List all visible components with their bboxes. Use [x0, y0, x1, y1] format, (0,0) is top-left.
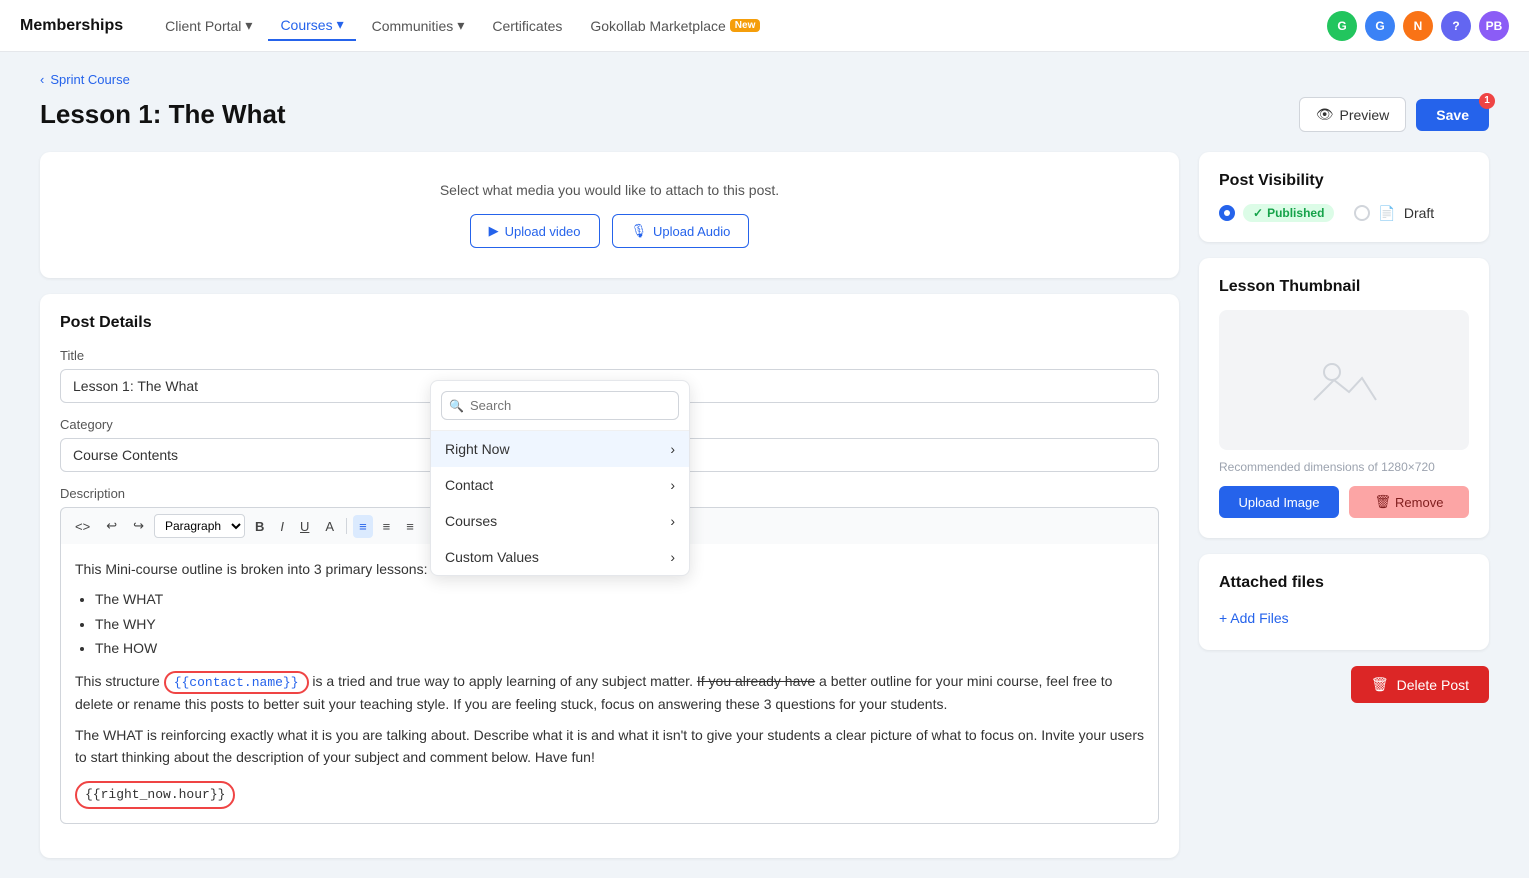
page-title: Lesson 1: The What — [40, 99, 286, 130]
draft-radio[interactable] — [1354, 205, 1370, 221]
editor-para1: This structure {{contact.name}} is a tri… — [75, 670, 1144, 716]
delete-icon: 🗑 — [1371, 676, 1389, 693]
toolbar-divider — [346, 518, 347, 534]
search-wrap: 🔍 — [441, 391, 679, 420]
code-view-button[interactable]: <> — [69, 515, 96, 538]
text-color-button[interactable]: A — [319, 515, 340, 538]
dropdown-item-courses[interactable]: Courses › — [431, 503, 689, 539]
save-notification-badge: 1 — [1479, 93, 1495, 109]
visibility-options: ✓ Published 📄 Draft — [1219, 204, 1469, 222]
nav-gokollab[interactable]: Gokollab Marketplace New — [578, 12, 772, 40]
editor-list: The WHAT The WHY The HOW — [95, 588, 1144, 659]
upload-audio-button[interactable]: 🎙 Upload Audio — [612, 214, 750, 248]
editor-para2: The WHAT is reinforcing exactly what it … — [75, 724, 1144, 769]
editor-content[interactable]: This Mini-course outline is broken into … — [60, 544, 1159, 824]
lesson-thumbnail-card: Lesson Thumbnail Recommended dimensions … — [1199, 258, 1489, 538]
list-item-3: The HOW — [95, 637, 1144, 659]
right-now-variable: {{right_now.hour}} — [75, 781, 235, 810]
chevron-right-icon: › — [670, 513, 675, 529]
italic-button[interactable]: I — [274, 515, 290, 538]
thumbnail-actions: Upload Image 🗑 Remove — [1219, 486, 1469, 518]
paragraph-select[interactable]: Paragraph — [154, 514, 245, 538]
save-button[interactable]: Save 1 — [1416, 99, 1489, 131]
avatar-blue[interactable]: G — [1365, 11, 1395, 41]
variable-picker-dropdown: 🔍 Right Now › Contact › Courses › Custom… — [430, 380, 690, 576]
chevron-right-icon: › — [670, 549, 675, 565]
add-files-button[interactable]: + Add Files — [1219, 606, 1289, 630]
post-visibility-title: Post Visibility — [1219, 172, 1469, 190]
strikethrough-text: If you already have — [697, 673, 815, 689]
upload-video-button[interactable]: ▶ Upload video — [470, 214, 600, 248]
preview-button[interactable]: 👁 Preview — [1299, 97, 1407, 132]
breadcrumb[interactable]: ‹ Sprint Course — [40, 72, 1489, 87]
align-center-button[interactable]: ≡ — [377, 515, 397, 538]
post-details-card: Post Details Title Category Description … — [40, 294, 1179, 858]
thumbnail-dims: Recommended dimensions of 1280×720 — [1219, 460, 1469, 474]
header-actions: 👁 Preview Save 1 — [1299, 97, 1489, 132]
dropdown-item-custom-values[interactable]: Custom Values › — [431, 539, 689, 575]
avatar-green[interactable]: G — [1327, 11, 1357, 41]
align-left-button[interactable]: ≡ — [353, 515, 373, 538]
published-badge: ✓ Published — [1243, 204, 1334, 222]
delete-post-button[interactable]: 🗑 Delete Post — [1351, 666, 1489, 703]
eye-icon: 👁 — [1316, 106, 1334, 123]
dropdown-search-input[interactable] — [441, 391, 679, 420]
nav-courses[interactable]: Courses ▾ — [268, 10, 355, 41]
brand-logo[interactable]: Memberships — [20, 17, 123, 35]
avatar-orange[interactable]: N — [1403, 11, 1433, 41]
media-buttons: ▶ Upload video 🎙 Upload Audio — [60, 214, 1159, 248]
media-upload-card: Select what media you would like to atta… — [40, 152, 1179, 278]
video-icon: ▶ — [489, 223, 499, 239]
contact-name-tag: {{contact.name}} — [164, 671, 309, 694]
avatar-purple[interactable]: ? — [1441, 11, 1471, 41]
nav-certificates[interactable]: Certificates — [480, 12, 574, 40]
title-label: Title — [60, 348, 1159, 363]
nav-right: G G N ? PB — [1327, 11, 1509, 41]
draft-option[interactable]: 📄 Draft — [1354, 205, 1434, 222]
media-card-title: Select what media you would like to atta… — [60, 182, 1159, 198]
attached-files-title: Attached files — [1219, 574, 1469, 592]
post-details-title: Post Details — [60, 314, 1159, 332]
page-header: Lesson 1: The What 👁 Preview Save 1 — [40, 97, 1489, 132]
bold-button[interactable]: B — [249, 515, 270, 538]
dropdown-search-area: 🔍 — [431, 381, 689, 431]
thumbnail-placeholder — [1219, 310, 1469, 450]
draft-icon: 📄 — [1378, 205, 1395, 222]
breadcrumb-label: Sprint Course — [50, 72, 129, 87]
top-navigation: Memberships Client Portal ▾ Courses ▾ Co… — [0, 0, 1529, 52]
lesson-thumbnail-title: Lesson Thumbnail — [1219, 278, 1469, 296]
published-radio[interactable] — [1219, 205, 1235, 221]
underline-button[interactable]: U — [294, 515, 315, 538]
avatar-pb[interactable]: PB — [1479, 11, 1509, 41]
list-item-2: The WHY — [95, 613, 1144, 635]
remove-button[interactable]: 🗑 Remove — [1349, 486, 1469, 518]
dropdown-item-contact[interactable]: Contact › — [431, 467, 689, 503]
search-icon: 🔍 — [449, 399, 464, 413]
new-badge: New — [730, 19, 761, 32]
audio-icon: 🎙 — [631, 223, 648, 239]
upload-image-button[interactable]: Upload Image — [1219, 486, 1339, 518]
redo-button[interactable]: ↪ — [127, 514, 150, 538]
editor-variable: {{right_now.hour}} — [75, 777, 1144, 810]
nav-items: Client Portal ▾ Courses ▾ Communities ▾ … — [153, 10, 1327, 41]
chevron-right-icon: › — [670, 477, 675, 493]
align-right-button[interactable]: ≡ — [400, 515, 420, 538]
attached-files-card: Attached files + Add Files — [1199, 554, 1489, 650]
page-content: ‹ Sprint Course Lesson 1: The What 👁 Pre… — [0, 52, 1529, 878]
trash-icon: 🗑 — [1375, 494, 1392, 510]
nav-communities[interactable]: Communities ▾ — [360, 11, 477, 40]
breadcrumb-icon: ‹ — [40, 72, 44, 87]
undo-button[interactable]: ↩ — [100, 514, 123, 538]
draft-label: Draft — [1404, 205, 1434, 221]
main-layout: Select what media you would like to atta… — [40, 152, 1489, 858]
post-visibility-card: Post Visibility ✓ Published 📄 Draft — [1199, 152, 1489, 242]
dropdown-item-right-now[interactable]: Right Now › — [431, 431, 689, 467]
thumbnail-svg-icon — [1304, 350, 1384, 410]
chevron-right-icon: › — [670, 441, 675, 457]
right-column: Post Visibility ✓ Published 📄 Draft — [1199, 152, 1489, 703]
published-option[interactable]: ✓ Published — [1219, 204, 1334, 222]
list-item-1: The WHAT — [95, 588, 1144, 610]
nav-client-portal[interactable]: Client Portal ▾ — [153, 11, 264, 40]
